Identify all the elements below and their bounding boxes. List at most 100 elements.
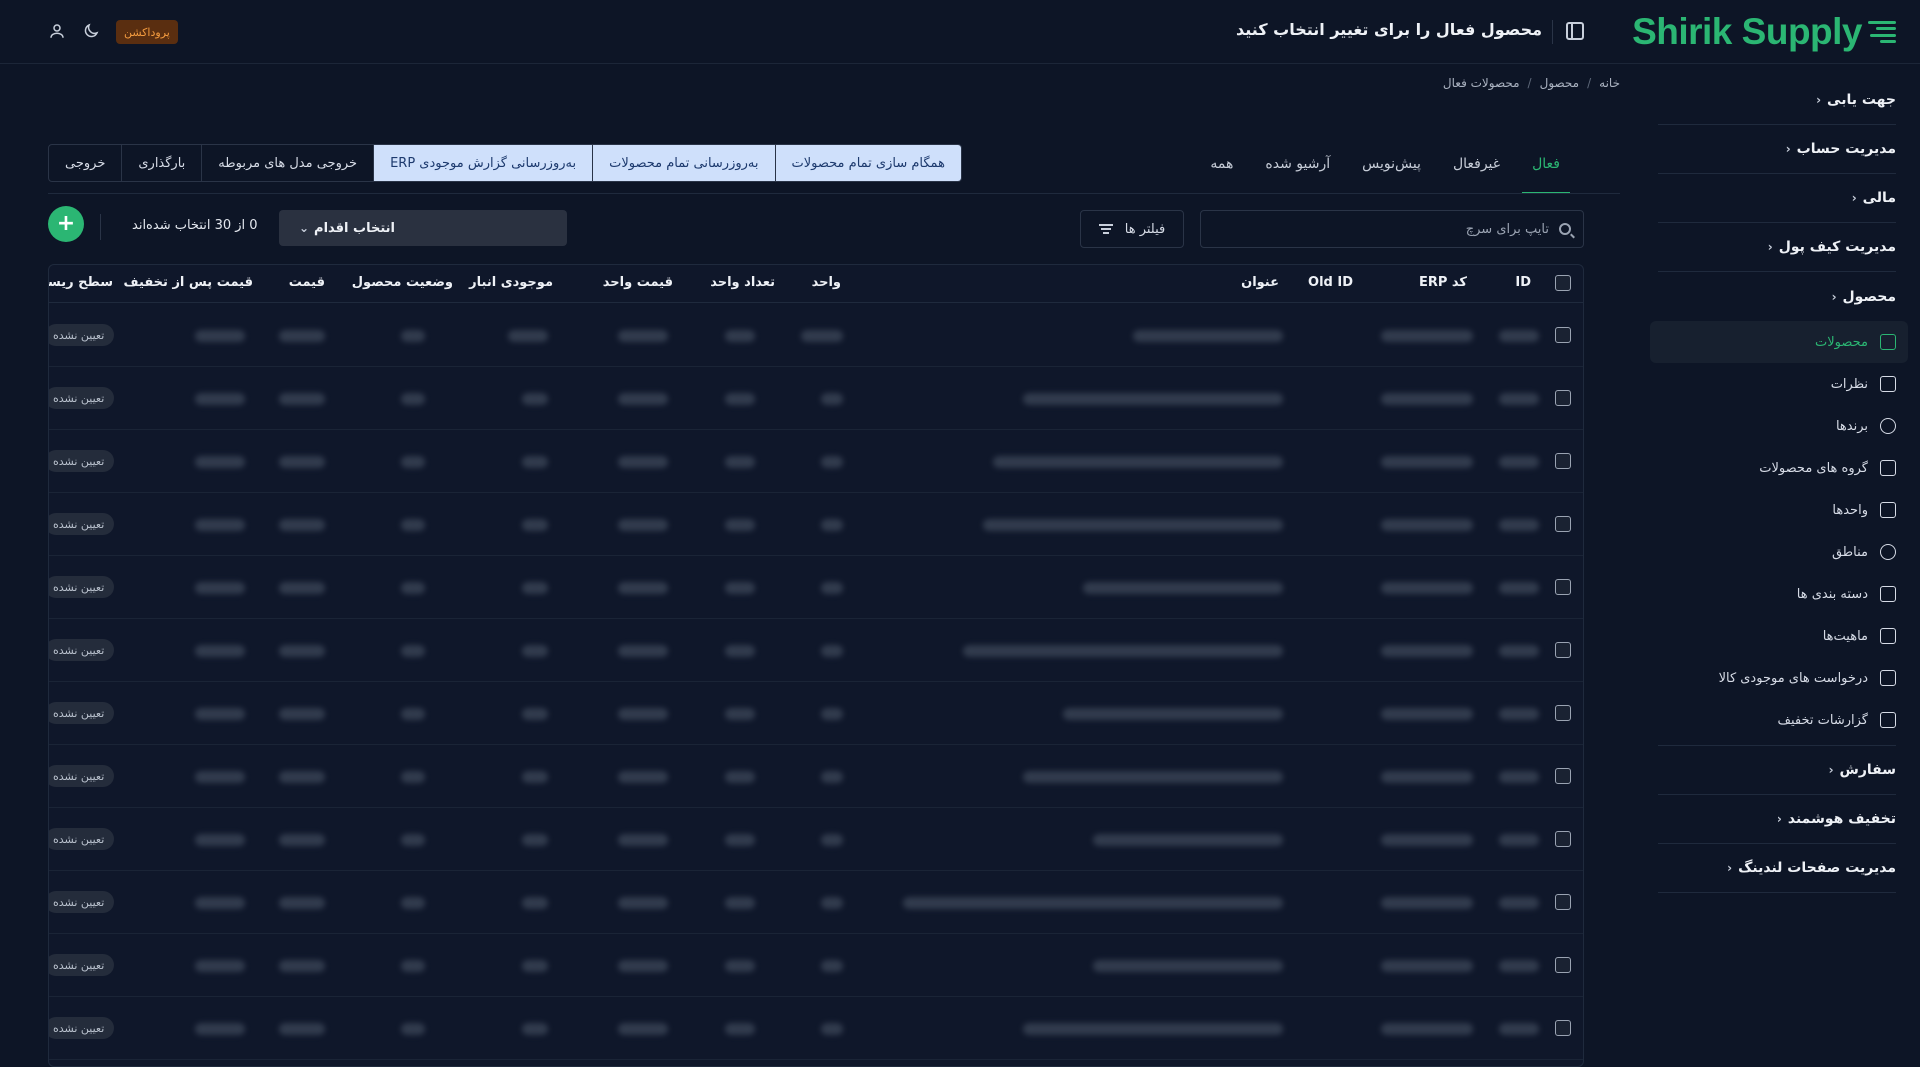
sidebar-group-landing-pages[interactable]: مدیریت صفحات لندینگ ‹ — [1658, 844, 1896, 893]
sidebar-group-product[interactable]: محصول ‹ — [1658, 272, 1896, 321]
table-row[interactable]: تعیین نشده — [49, 430, 1583, 493]
sidebar-group-navigation[interactable]: جهت یابی ‹ — [1658, 76, 1896, 125]
row-checkbox[interactable] — [1555, 768, 1571, 784]
sync-all-products-button[interactable]: همگام سازی تمام محصولات — [774, 145, 961, 181]
add-product-button[interactable]: + — [48, 206, 84, 242]
cell-title — [983, 519, 1283, 531]
sidebar-item-units[interactable]: واحدها — [1650, 489, 1908, 531]
page-title: محصول فعال را برای تغییر انتخاب کنید — [1235, 20, 1542, 39]
cell-erp-code — [1381, 834, 1473, 846]
cell-price — [279, 771, 325, 783]
sidebar-group-label: سفارش — [1839, 762, 1896, 778]
table-row[interactable]: تعیین نشده — [49, 745, 1583, 808]
sidebar-item-label: مناطق — [1831, 544, 1868, 560]
column-header-risk-level[interactable]: سطح ریسک — [49, 275, 113, 290]
table-row[interactable]: تعیین نشده — [49, 934, 1583, 997]
search-input[interactable] — [1213, 221, 1549, 237]
tab-draft[interactable]: پیش‌نویس — [1362, 148, 1421, 194]
cell-id — [1499, 393, 1539, 405]
cell-discounted-price — [195, 645, 245, 657]
column-header-unit-price[interactable]: قیمت واحد — [603, 275, 673, 290]
cell-unit-count — [725, 393, 755, 405]
user-icon[interactable] — [48, 22, 66, 40]
cell-unit — [821, 519, 843, 531]
sidebar-item-regions[interactable]: مناطق — [1650, 531, 1908, 573]
sidebar-group-wallet[interactable]: مدیریت کیف پول ‹ — [1658, 223, 1896, 272]
table-row[interactable]: تعیین نشده — [49, 871, 1583, 934]
column-header-discounted-price[interactable]: قیمت پس از تخفیف — [124, 275, 253, 290]
sidebar-group-account[interactable]: مدیریت حساب ‹ — [1658, 125, 1896, 174]
breadcrumb-product[interactable]: محصول — [1540, 76, 1580, 90]
moon-icon[interactable] — [82, 22, 100, 40]
table-row[interactable]: تعیین نشده — [49, 997, 1583, 1060]
column-header-unit[interactable]: واحد — [812, 275, 841, 290]
row-checkbox[interactable] — [1555, 831, 1571, 847]
sidebar-item-categories[interactable]: دسته بندی ها — [1650, 573, 1908, 615]
row-checkbox[interactable] — [1555, 516, 1571, 532]
sidebar-toggle-icon[interactable] — [1566, 22, 1584, 40]
table-row[interactable]: تعیین نشده — [49, 367, 1583, 430]
cell-id — [1499, 645, 1539, 657]
logo-lines-icon — [1868, 21, 1896, 43]
cell-discounted-price — [195, 1023, 245, 1035]
sidebar-item-comments[interactable]: نظرات — [1650, 363, 1908, 405]
table-row[interactable]: تعیین نشده — [49, 556, 1583, 619]
filters-button[interactable]: فیلتر ها — [1080, 210, 1184, 248]
tab-active[interactable]: فعال — [1522, 148, 1570, 194]
row-checkbox[interactable] — [1555, 327, 1571, 343]
select-all-checkbox[interactable] — [1555, 275, 1571, 291]
breadcrumb-home[interactable]: خانه — [1599, 76, 1620, 90]
column-header-price[interactable]: قیمت — [289, 275, 325, 290]
column-header-old-id[interactable]: Old ID — [1308, 275, 1353, 290]
table-row[interactable]: تعیین نشده — [49, 808, 1583, 871]
sidebar-group-finance[interactable]: مالی ‹ — [1658, 174, 1896, 223]
update-erp-stock-report-button[interactable]: به‌روزرسانی گزارش موجودی ERP — [373, 145, 593, 181]
update-all-products-button[interactable]: به‌روزرسانی تمام محصولات — [592, 145, 775, 181]
cell-erp-code — [1381, 645, 1473, 657]
cell-erp-code — [1381, 960, 1473, 972]
bulk-action-select[interactable]: انتخاب اقدام ⌄ — [279, 210, 567, 246]
table-row[interactable]: تعیین نشده — [49, 682, 1583, 745]
sidebar-group-order[interactable]: سفارش ‹ — [1658, 746, 1896, 795]
column-header-product-status[interactable]: وضعیت محصول — [352, 275, 453, 290]
cell-unit — [821, 393, 843, 405]
table-row[interactable]: تعیین نشده — [49, 493, 1583, 556]
row-checkbox[interactable] — [1555, 705, 1571, 721]
sidebar-item-discount-reports[interactable]: گزارشات تخفیف — [1650, 699, 1908, 741]
row-checkbox[interactable] — [1555, 390, 1571, 406]
row-checkbox[interactable] — [1555, 642, 1571, 658]
cell-discounted-price — [195, 960, 245, 972]
row-checkbox[interactable] — [1555, 579, 1571, 595]
brand-logo[interactable]: Shirik Supply — [1632, 10, 1896, 54]
tab-inactive[interactable]: غیرفعال — [1453, 148, 1500, 194]
table-row[interactable]: تعیین نشده — [49, 304, 1583, 367]
sidebar-group-smart-discount[interactable]: تخفیف هوشمند ‹ — [1658, 795, 1896, 844]
tab-all[interactable]: همه — [1210, 148, 1233, 194]
tabs-divider — [48, 193, 1620, 194]
export-related-models-button[interactable]: خروجی مدل های مربوطه — [201, 145, 373, 181]
row-checkbox[interactable] — [1555, 894, 1571, 910]
column-header-unit-count[interactable]: تعداد واحد — [710, 275, 775, 290]
sidebar-item-label: گروه های محصولات — [1759, 460, 1868, 476]
column-header-stock[interactable]: موجودی انبار — [469, 275, 553, 290]
sidebar-item-stock-requests[interactable]: درخواست های موجودی کالا — [1650, 657, 1908, 699]
column-header-title[interactable]: عنوان — [1241, 275, 1279, 290]
sidebar-item-products[interactable]: محصولات — [1650, 321, 1908, 363]
export-button[interactable]: خروجی — [49, 145, 121, 181]
row-checkbox[interactable] — [1555, 957, 1571, 973]
column-header-erp-code[interactable]: کد ERP — [1419, 275, 1467, 290]
column-header-id[interactable]: ID — [1515, 275, 1531, 290]
cell-id — [1499, 519, 1539, 531]
sidebar-item-product-groups[interactable]: گروه های محصولات — [1650, 447, 1908, 489]
sidebar-item-natures[interactable]: ماهیت‌ها — [1650, 615, 1908, 657]
table-row[interactable]: تعیین نشده — [49, 619, 1583, 682]
cell-unit — [821, 1023, 843, 1035]
sidebar-item-brands[interactable]: برندها — [1650, 405, 1908, 447]
cell-unit-price — [618, 645, 668, 657]
import-button[interactable]: بارگذاری — [121, 145, 201, 181]
row-checkbox[interactable] — [1555, 453, 1571, 469]
tab-archived[interactable]: آرشیو شده — [1265, 148, 1330, 194]
row-checkbox[interactable] — [1555, 1020, 1571, 1036]
cell-price — [279, 456, 325, 468]
cell-product-status — [401, 834, 425, 846]
